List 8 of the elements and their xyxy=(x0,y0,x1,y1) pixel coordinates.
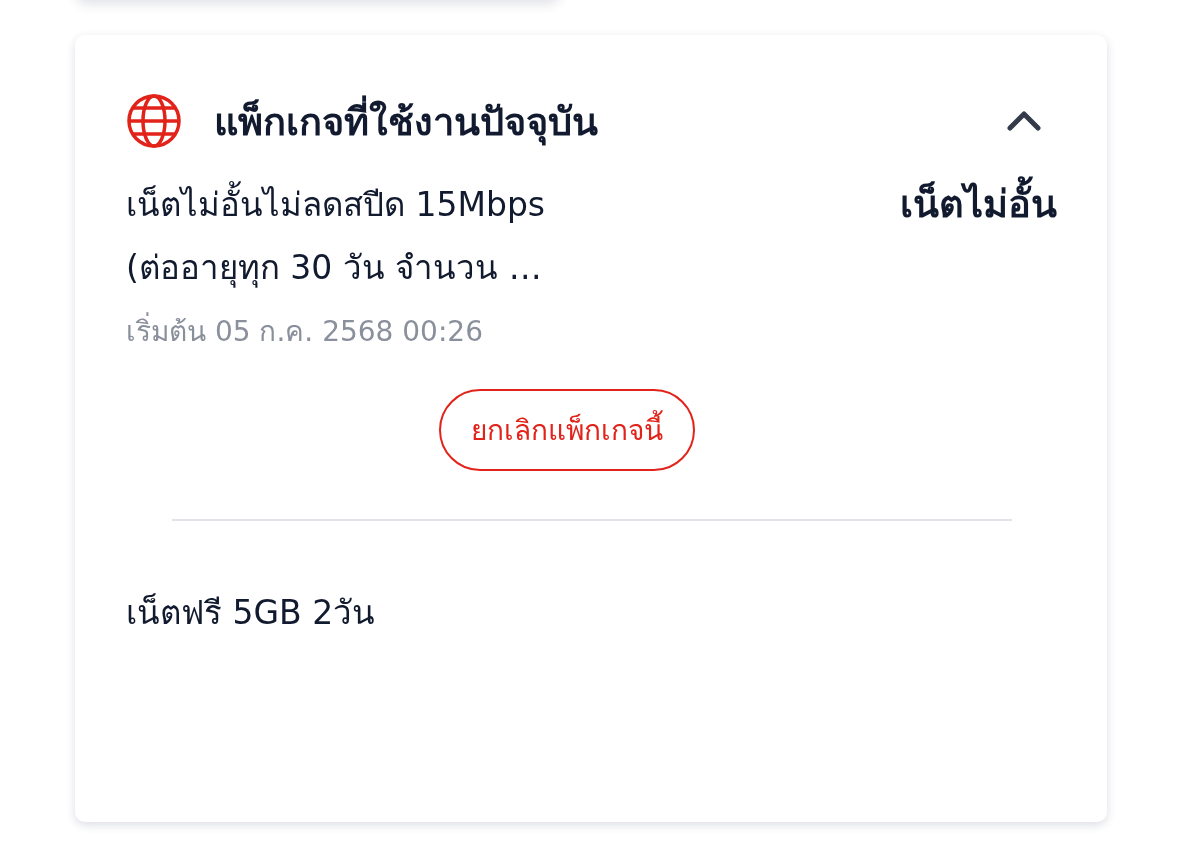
section-title: แพ็กเกจที่ใช้งานปัจจุบัน xyxy=(214,90,1006,152)
start-date: เริ่มต้น 05 ก.ค. 2568 00:26 xyxy=(126,309,1057,353)
package-name: เน็ตไม่อั้นไม่ลดสปีด 15Mbps (ต่ออายุทุก 30 วัน จำนวน … xyxy=(126,173,546,299)
globe-icon xyxy=(126,93,182,149)
chevron-icon[interactable] xyxy=(1006,110,1042,132)
package-name: เน็ตฟรี 5GB 2วัน xyxy=(126,592,376,634)
cancel-button[interactable]: ยกเลิกแพ็กเกจนี้ xyxy=(438,389,695,471)
package-type: เน็ตไม่อั้น xyxy=(900,173,1057,236)
